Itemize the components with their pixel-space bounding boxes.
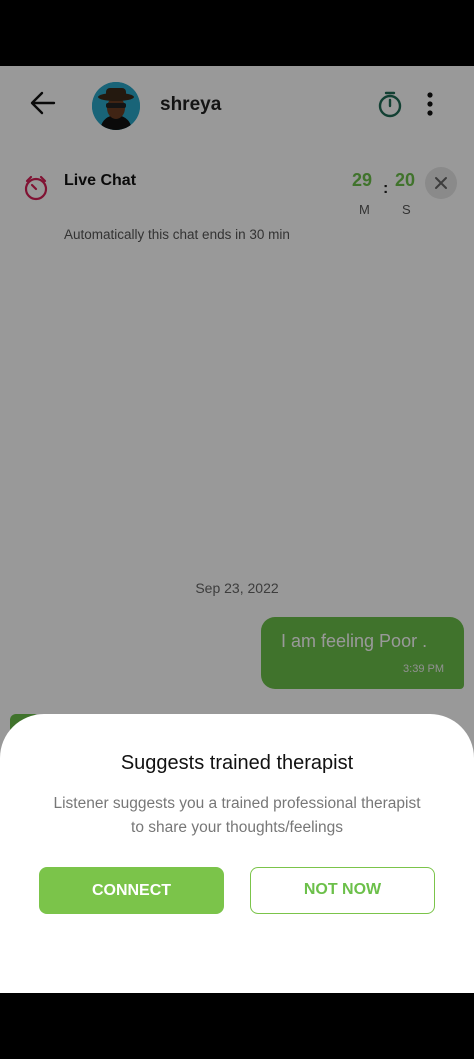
therapist-suggestion-sheet: Suggests trained therapist Listener sugg…: [0, 714, 474, 993]
sheet-description: Listener suggests you a trained professi…: [53, 795, 421, 836]
navigation-bar: [0, 993, 474, 1059]
chat-screen: shreya Live Chat Automatically this chat…: [0, 66, 474, 993]
connect-button[interactable]: CONNECT: [39, 867, 224, 914]
sheet-title: Suggests trained therapist: [120, 752, 354, 774]
not-now-button[interactable]: NOT NOW: [250, 867, 435, 914]
status-bar: [0, 0, 474, 66]
